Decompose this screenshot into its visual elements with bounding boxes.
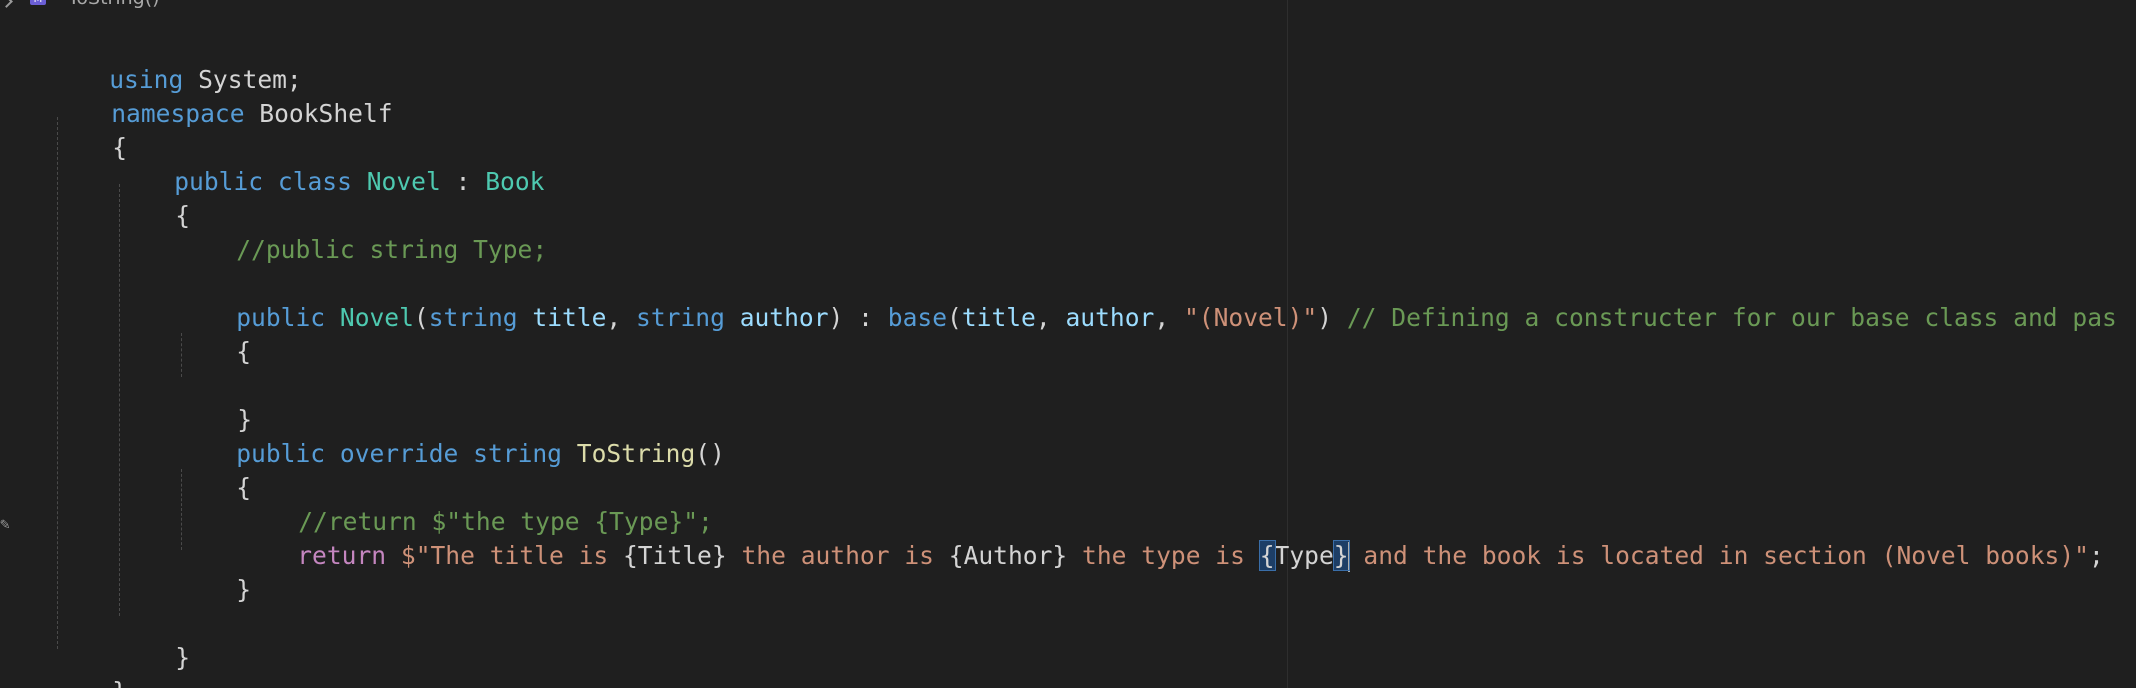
- paren: (: [413, 303, 429, 332]
- code-line-6: //public string Type;: [177, 199, 547, 264]
- matched-brace-open: {: [1258, 540, 1276, 571]
- parens: (): [695, 439, 725, 468]
- param-title: title: [517, 303, 607, 332]
- code-line-1: using System;: [50, 29, 302, 94]
- string-part: and the book is located in section (Nove…: [1348, 541, 2089, 570]
- paren: (: [947, 303, 962, 332]
- string-literal: "(Novel)": [1183, 303, 1318, 332]
- namespace-name: BookShelf: [244, 99, 393, 128]
- param-author: author: [724, 303, 829, 332]
- code-line-8: public Novel(string title, string author…: [177, 267, 2117, 332]
- comment: //public string Type;: [236, 235, 548, 264]
- close-brace: }: [175, 643, 191, 672]
- code-line-16: }: [177, 539, 251, 604]
- code-line-19: }: [53, 641, 127, 688]
- class-name: Novel: [366, 167, 441, 196]
- string-part: the type is: [1067, 541, 1260, 570]
- code-line-15: return $"The title is {Title} the author…: [238, 505, 2104, 572]
- constructor-name: Novel: [325, 303, 414, 332]
- code-line-12: public override string ToString(): [177, 403, 725, 468]
- paren: ): [1317, 303, 1347, 332]
- keyword-namespace: namespace: [111, 99, 245, 128]
- string-part: the author is: [726, 541, 949, 570]
- code-line-11: }: [178, 369, 252, 434]
- base-class-name: Book: [485, 167, 545, 196]
- semicolon: ;: [2088, 541, 2104, 570]
- keyword-string: string: [636, 303, 725, 332]
- code-editor[interactable]: ✎ using System; namespace BookShelf { pu…: [0, 0, 2136, 688]
- keyword-override: override: [325, 439, 459, 468]
- code-line-3: {: [53, 97, 127, 162]
- keyword-string: string: [428, 303, 518, 332]
- open-brace: {: [236, 337, 252, 366]
- code-line-14: //return $"the type {Type}";: [239, 471, 713, 536]
- interpolation-author: {Author}: [948, 541, 1068, 570]
- keyword-class: class: [263, 167, 367, 196]
- keyword-return: return: [297, 541, 387, 570]
- arg-title: title: [961, 303, 1036, 332]
- code-line-18: }: [116, 607, 190, 672]
- keyword-base: base: [887, 303, 948, 332]
- method-name: ToString: [562, 439, 696, 468]
- pencil-icon[interactable]: ✎: [0, 515, 16, 533]
- code-line-5: {: [116, 165, 190, 230]
- arg-author: author: [1065, 303, 1155, 332]
- code-line-4: public class Novel : Book: [115, 131, 544, 196]
- keyword-string: string: [458, 439, 562, 468]
- comma: ,: [606, 303, 637, 332]
- editor-ruler: [1287, 0, 1288, 688]
- paren: ) :: [828, 303, 888, 332]
- interpolation-title: {Title}: [623, 541, 727, 570]
- interpolation-type: Type: [1274, 541, 1334, 570]
- code-line-13: {: [177, 437, 251, 502]
- comma: ,: [1035, 303, 1066, 332]
- code-line-2: namespace BookShelf: [52, 63, 392, 128]
- close-brace: }: [236, 575, 252, 604]
- colon: :: [440, 167, 486, 196]
- close-brace: }: [112, 677, 127, 688]
- code-line-9: {: [177, 301, 251, 366]
- comment: // Defining a constructer for our base c…: [1346, 303, 2117, 332]
- comma: ,: [1154, 303, 1184, 332]
- string-part: $"The title is: [386, 541, 623, 570]
- matched-brace-close: }: [1332, 540, 1350, 571]
